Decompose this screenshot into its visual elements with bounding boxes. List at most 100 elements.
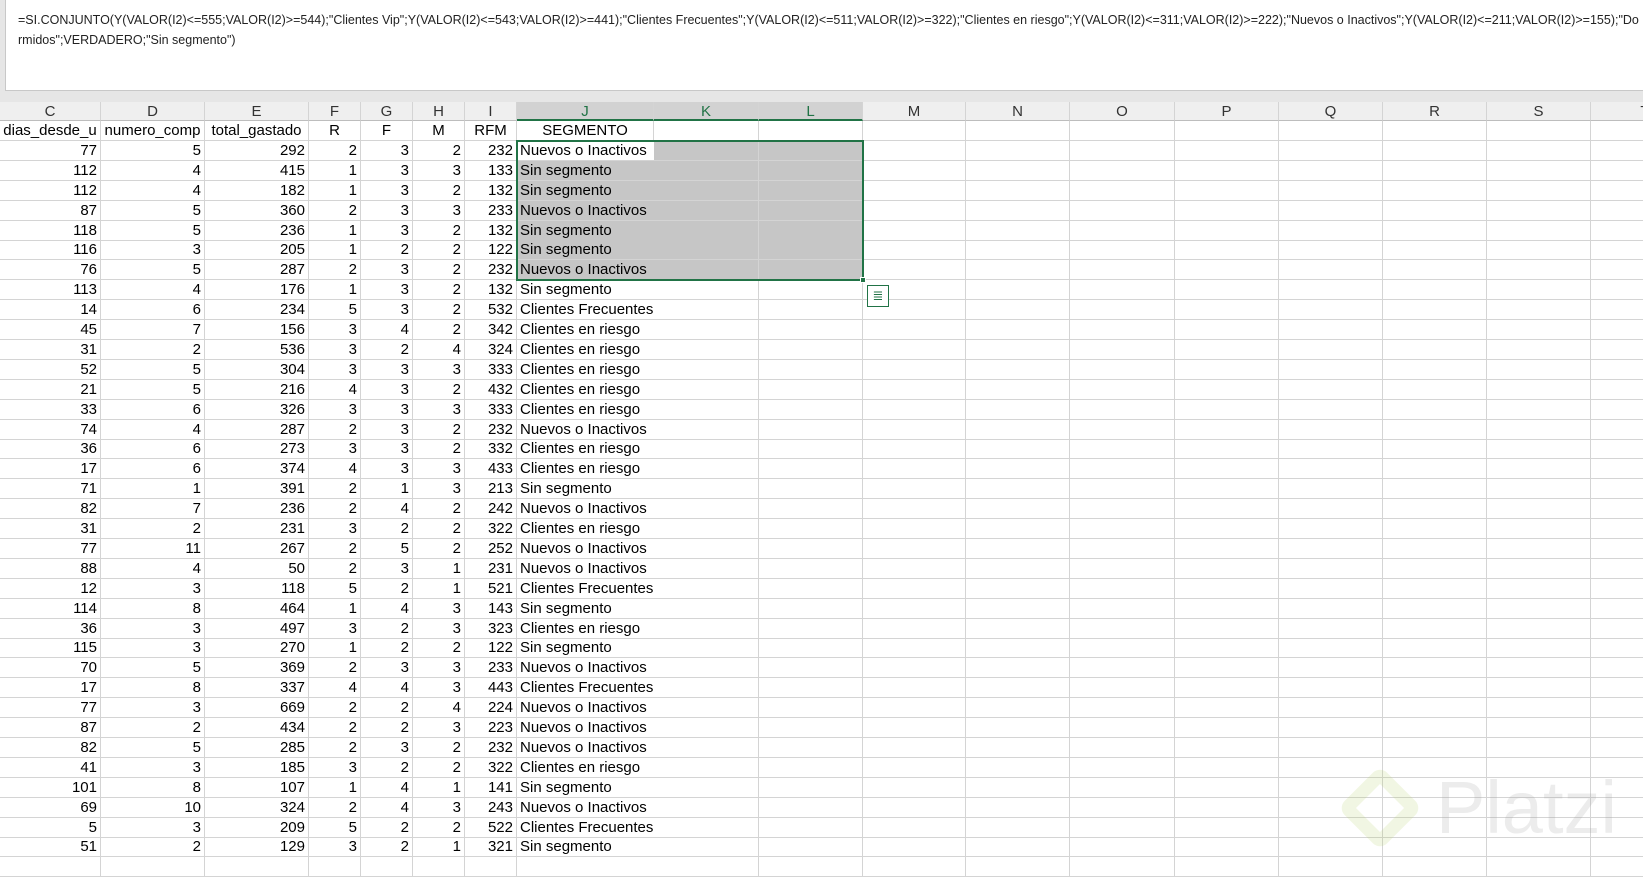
cell-Q12[interactable] [1279, 339, 1383, 360]
cell-Q28[interactable] [1279, 658, 1383, 679]
cell-J13[interactable]: Clientes en riesgo [517, 360, 654, 380]
cell-S4[interactable] [1487, 180, 1591, 201]
cell-T7[interactable] [1591, 240, 1643, 261]
cell-Q6[interactable] [1279, 220, 1383, 241]
cell-T9[interactable] [1591, 280, 1643, 301]
cell-O32[interactable] [1070, 737, 1175, 758]
cell-L36[interactable] [759, 817, 863, 838]
cell-S9[interactable] [1487, 280, 1591, 301]
cell-Q10[interactable] [1279, 300, 1383, 321]
cell-T11[interactable] [1591, 320, 1643, 340]
column-header-H[interactable]: H [413, 102, 465, 121]
cell-J11[interactable]: Clientes en riesgo [517, 320, 654, 340]
cell-K2[interactable] [654, 140, 759, 161]
cell-C5[interactable]: 87 [0, 200, 101, 221]
cell-M5[interactable] [863, 200, 966, 221]
cell-E28[interactable]: 369 [205, 658, 309, 679]
cell-F4[interactable]: 1 [309, 180, 361, 201]
cell-K27[interactable] [654, 638, 759, 659]
cell-T21[interactable] [1591, 519, 1643, 539]
cell-J29[interactable]: Clientes Frecuentes [517, 678, 654, 699]
quick-analysis-icon[interactable]: ≣ [867, 285, 889, 308]
cell-N7[interactable] [966, 240, 1070, 261]
column-header-L[interactable]: L [759, 102, 863, 121]
cell-Q26[interactable] [1279, 618, 1383, 639]
cell-L25[interactable] [759, 598, 863, 619]
cell-R3[interactable] [1383, 160, 1487, 181]
cell-L9[interactable] [759, 280, 863, 301]
cell-J31[interactable]: Nuevos o Inactivos [517, 718, 654, 738]
cell-K20[interactable] [654, 499, 759, 520]
cell-L22[interactable] [759, 538, 863, 559]
column-header-J[interactable]: J [517, 102, 654, 121]
cell-G3[interactable]: 3 [361, 160, 413, 181]
cell-N34[interactable] [966, 777, 1070, 798]
formula-input[interactable]: =SI.CONJUNTO(Y(VALOR(I2)<=555;VALOR(I2)>… [5, 0, 1643, 91]
cell-F8[interactable]: 2 [309, 260, 361, 281]
cell-O17[interactable] [1070, 439, 1175, 460]
cell-C18[interactable]: 17 [0, 459, 101, 480]
cell-D19[interactable]: 1 [101, 479, 205, 500]
cell-J21[interactable]: Clientes en riesgo [517, 519, 654, 539]
cell-C7[interactable]: 116 [0, 240, 101, 261]
cell-Q2[interactable] [1279, 140, 1383, 161]
cell-C13[interactable]: 52 [0, 359, 101, 380]
cell-P13[interactable] [1175, 359, 1279, 380]
cell-S38[interactable] [1487, 857, 1591, 877]
cell-D33[interactable]: 3 [101, 757, 205, 778]
cell-Q14[interactable] [1279, 379, 1383, 400]
cell-P36[interactable] [1175, 817, 1279, 838]
cell-L12[interactable] [759, 339, 863, 360]
cell-O7[interactable] [1070, 240, 1175, 261]
cell-J12[interactable]: Clientes en riesgo [517, 340, 654, 360]
cell-P23[interactable] [1175, 558, 1279, 579]
cell-O37[interactable] [1070, 837, 1175, 858]
cell-I29[interactable]: 443 [465, 678, 517, 699]
cell-S28[interactable] [1487, 658, 1591, 679]
cell-O36[interactable] [1070, 817, 1175, 838]
cell-I28[interactable]: 233 [465, 658, 517, 679]
cell-D27[interactable]: 3 [101, 638, 205, 659]
column-header-N[interactable]: N [966, 102, 1070, 121]
cell-D6[interactable]: 5 [101, 220, 205, 241]
cell-I8[interactable]: 232 [465, 260, 517, 281]
cell-O25[interactable] [1070, 598, 1175, 619]
cell-G15[interactable]: 3 [361, 399, 413, 420]
header-cell[interactable]: SEGMENTO [517, 121, 654, 141]
cell-L2[interactable] [759, 140, 863, 161]
cell-L29[interactable] [759, 678, 863, 699]
cell-R8[interactable] [1383, 260, 1487, 281]
cell-H2[interactable]: 2 [413, 140, 465, 161]
cell-J14[interactable]: Clientes en riesgo [517, 380, 654, 400]
column-header-R[interactable]: R [1383, 102, 1487, 121]
cell-I6[interactable]: 132 [465, 220, 517, 241]
cell-S5[interactable] [1487, 200, 1591, 221]
cell-G32[interactable]: 3 [361, 737, 413, 758]
cell-E24[interactable]: 118 [205, 578, 309, 599]
cell-M27[interactable] [863, 638, 966, 659]
cell-E2[interactable]: 292 [205, 140, 309, 161]
cell-I15[interactable]: 333 [465, 399, 517, 420]
column-header-F[interactable]: F [309, 102, 361, 121]
cell-L27[interactable] [759, 638, 863, 659]
cell-T30[interactable] [1591, 698, 1643, 719]
cell-I21[interactable]: 322 [465, 519, 517, 539]
cell-J23[interactable]: Nuevos o Inactivos [517, 559, 654, 579]
cell-F11[interactable]: 3 [309, 320, 361, 340]
cell-J17[interactable]: Clientes en riesgo [517, 439, 654, 460]
cell-I3[interactable]: 133 [465, 160, 517, 181]
cell-P38[interactable] [1175, 857, 1279, 877]
cell-G34[interactable]: 4 [361, 777, 413, 798]
cell-D2[interactable]: 5 [101, 140, 205, 161]
cell-O30[interactable] [1070, 698, 1175, 719]
cell-G22[interactable]: 5 [361, 538, 413, 559]
cell-D20[interactable]: 7 [101, 499, 205, 520]
cell-K16[interactable] [654, 419, 759, 440]
cell-N15[interactable] [966, 399, 1070, 420]
cell-N21[interactable] [966, 519, 1070, 539]
cell-P7[interactable] [1175, 240, 1279, 261]
cell-J32[interactable]: Nuevos o Inactivos [517, 738, 654, 758]
cell-J7[interactable]: Sin segmento [517, 240, 654, 261]
cell-J33[interactable]: Clientes en riesgo [517, 758, 654, 778]
cell-Q5[interactable] [1279, 200, 1383, 221]
